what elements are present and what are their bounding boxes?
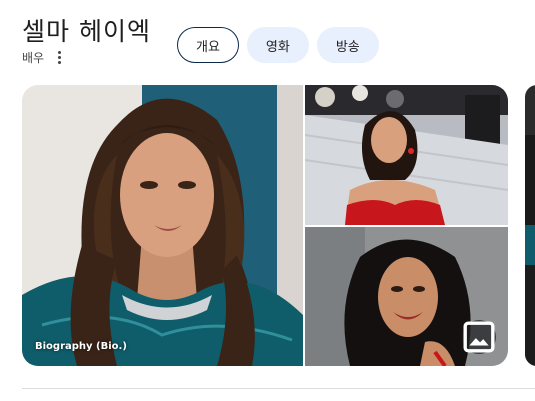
- main-photo[interactable]: Biography (Bio.): [22, 85, 303, 366]
- photo-red-carpet[interactable]: [305, 85, 508, 225]
- tab-chips: 개요 영화 방송: [177, 27, 379, 63]
- subtitle-row: 배우: [22, 49, 63, 65]
- tab-overview[interactable]: 개요: [177, 27, 239, 63]
- section-divider: [22, 388, 535, 389]
- next-image-peek: [525, 85, 535, 366]
- page-title: 셀마 헤이엑: [22, 17, 151, 46]
- photo-caption: Biography (Bio.): [35, 341, 127, 352]
- more-vert-icon[interactable]: [56, 50, 63, 64]
- photo-next-peek[interactable]: [525, 85, 535, 366]
- tab-movies[interactable]: 영화: [246, 27, 309, 63]
- portrait-image: [22, 85, 303, 366]
- subtitle: 배우: [22, 50, 45, 65]
- tab-tv[interactable]: 방송: [316, 27, 379, 63]
- photo-portrait-two[interactable]: [305, 227, 508, 366]
- image-gallery-icon[interactable]: [462, 320, 496, 354]
- red-carpet-image: [305, 85, 508, 225]
